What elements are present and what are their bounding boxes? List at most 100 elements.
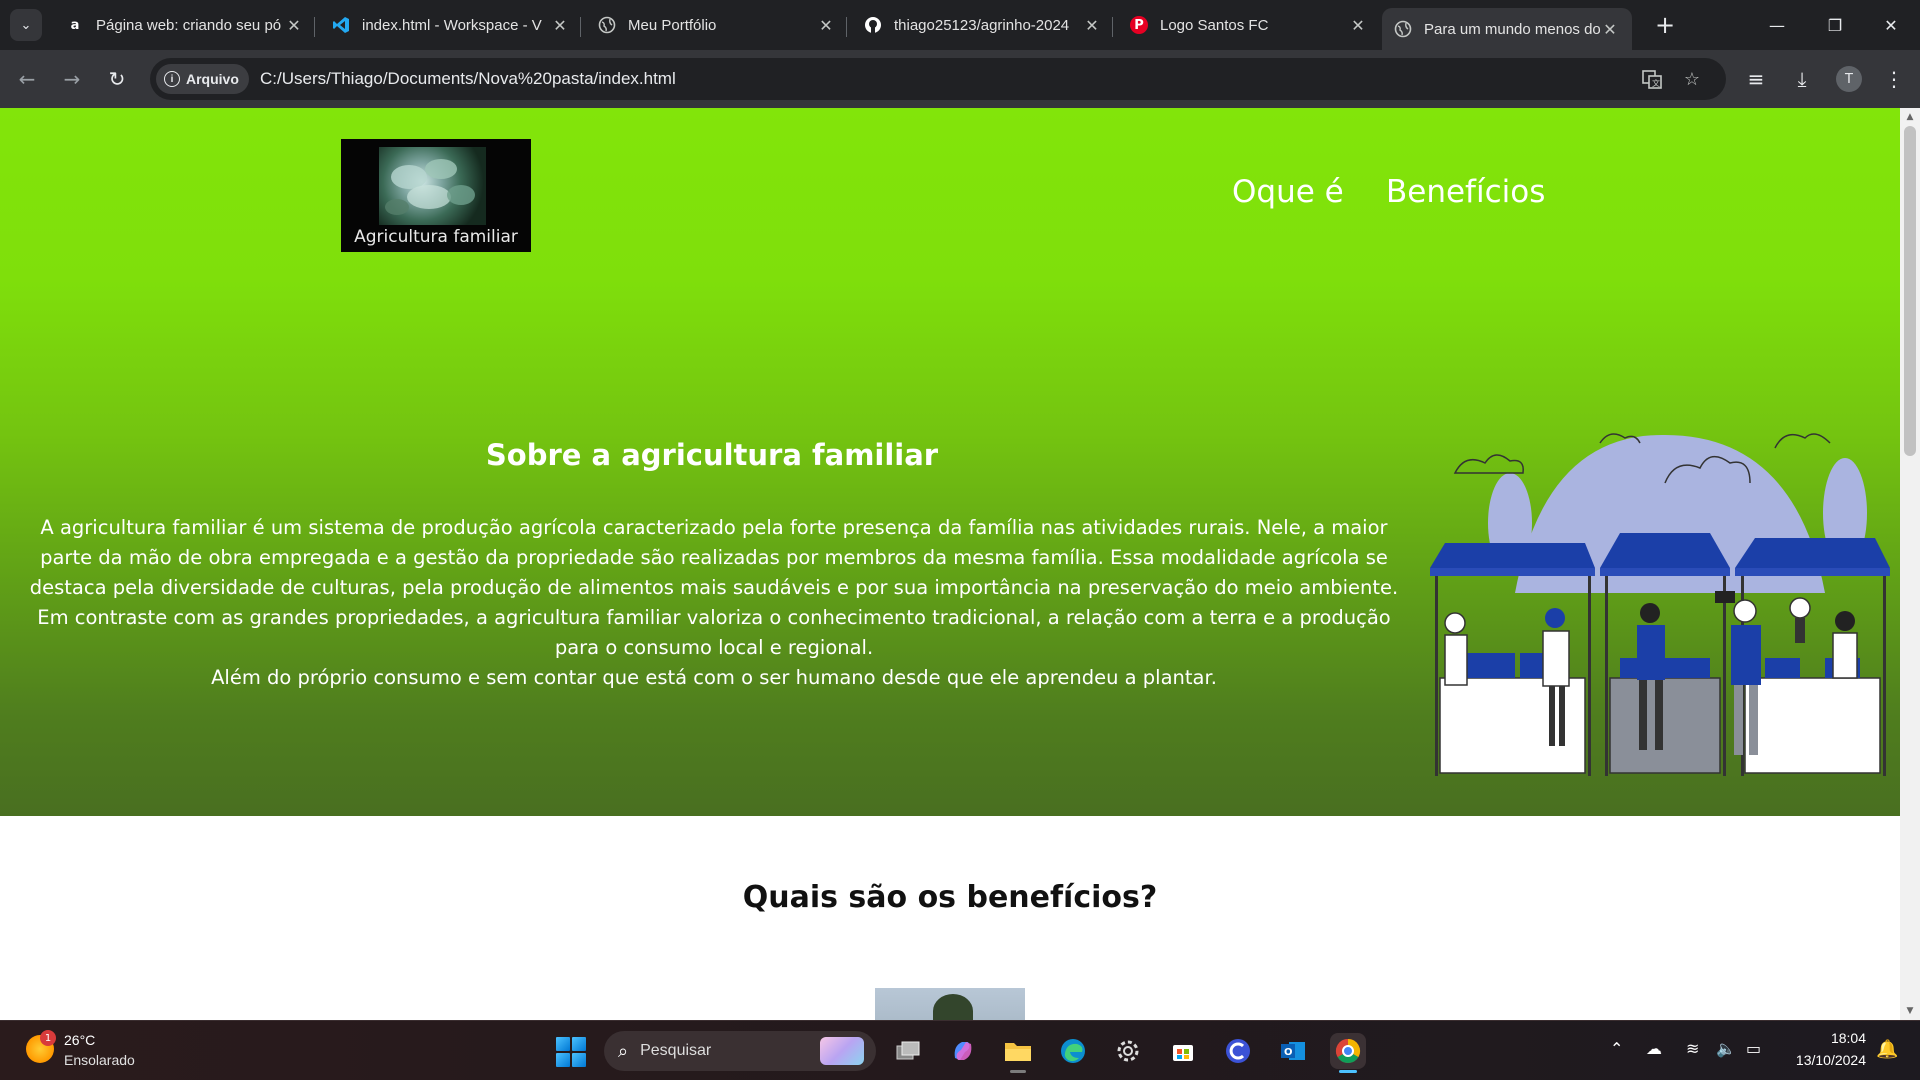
svg-text:文: 文 — [1652, 78, 1660, 88]
weather-temperature[interactable]: 26°C — [64, 1032, 95, 1048]
task-view-icon[interactable] — [890, 1033, 926, 1069]
taskbar-search[interactable]: ⌕ Pesquisar — [604, 1031, 876, 1071]
playlist-icon: ≡ — [1747, 67, 1765, 91]
tab-active-page[interactable]: Para um mundo menos do ✕ — [1382, 8, 1632, 50]
notification-bell-icon[interactable]: 🔔 — [1876, 1039, 1898, 1060]
nav-link-oque-e[interactable]: Oque é — [1232, 174, 1344, 210]
store-icon[interactable] — [1165, 1033, 1201, 1069]
url-text[interactable]: C:/Users/Thiago/Documents/Nova%20pasta/i… — [260, 69, 676, 89]
amazon-favicon-icon: a — [70, 17, 80, 33]
onedrive-offline-icon[interactable]: ☁ — [1646, 1039, 1662, 1058]
close-icon[interactable]: ✕ — [1600, 20, 1620, 39]
tab-meu-portfolio[interactable]: Meu Portfólio ✕ — [586, 8, 848, 42]
hero-section: Agricultura familiar Oque é Benefícios S… — [0, 108, 1900, 816]
hero-paragraph: A agricultura familiar é um sistema de p… — [2, 513, 1426, 693]
reload-button[interactable]: ↻ — [101, 63, 133, 95]
profile-avatar[interactable]: T — [1836, 66, 1862, 92]
clock-date[interactable]: 13/10/2024 — [1780, 1052, 1866, 1068]
forward-button[interactable]: → — [56, 63, 88, 95]
copilot-icon[interactable] — [945, 1033, 981, 1069]
hero-title: Sobre a agricultura familiar — [485, 438, 939, 472]
tab-github[interactable]: thiago25123/agrinho-2024 ✕ — [852, 8, 1114, 42]
media-controls-button[interactable]: ≡ — [1740, 63, 1772, 95]
restore-button[interactable]: ❐ — [1806, 0, 1864, 50]
search-highlight-image — [820, 1037, 864, 1065]
close-icon[interactable]: ✕ — [550, 16, 570, 35]
site-info-label: Arquivo — [186, 71, 239, 87]
close-icon[interactable]: ✕ — [284, 16, 304, 35]
windows-logo-tile — [556, 1037, 570, 1051]
logo-caption: Agricultura familiar — [354, 227, 518, 247]
search-label: Pesquisar — [640, 1042, 712, 1059]
downloads-button[interactable]: ⤓ — [1786, 63, 1818, 95]
arrow-left-icon: ← — [18, 67, 36, 91]
tree-shape — [933, 994, 973, 1020]
page-viewport: Agricultura familiar Oque é Benefícios S… — [0, 108, 1920, 1020]
new-tab-button[interactable]: + — [1650, 10, 1680, 40]
site-logo[interactable]: Agricultura familiar — [341, 139, 531, 252]
outlook-icon[interactable]: O — [1275, 1033, 1311, 1069]
battery-icon[interactable]: ▭ — [1746, 1039, 1761, 1058]
app-icon[interactable] — [1220, 1033, 1256, 1069]
volume-icon[interactable]: 🔈 — [1716, 1039, 1736, 1058]
tab-pinterest[interactable]: P Logo Santos FC ✕ — [1118, 8, 1380, 42]
paragraph-line: A agricultura familiar é um sistema de p… — [40, 516, 1388, 539]
close-icon[interactable]: ✕ — [816, 16, 836, 35]
paragraph-line: parte da mão de obra empregada e a gestã… — [40, 546, 1388, 569]
info-icon: i — [164, 71, 180, 87]
tab-separator — [580, 17, 581, 37]
translate-icon[interactable]: 文 — [1640, 67, 1664, 91]
reload-icon: ↻ — [108, 67, 126, 91]
github-icon — [864, 16, 882, 34]
tab-strip: ⌄ a Página web: criando seu pó ✕ index.h… — [0, 0, 1920, 50]
site-info-chip[interactable]: i Arquivo — [156, 64, 249, 94]
start-button[interactable] — [556, 1037, 586, 1067]
svg-text:O: O — [1284, 1047, 1293, 1058]
paragraph-line: para o consumo local e regional. — [554, 636, 874, 659]
windows-logo-tile — [572, 1053, 586, 1067]
tab-title: Logo Santos FC — [1160, 16, 1269, 34]
edge-icon[interactable] — [1055, 1033, 1091, 1069]
tab-title: Página web: criando seu pó — [96, 16, 282, 34]
tab-pagina-web[interactable]: a Página web: criando seu pó ✕ — [54, 8, 316, 42]
clock-time[interactable]: 18:04 — [1780, 1030, 1866, 1046]
globe-icon — [1394, 20, 1412, 38]
wifi-icon[interactable]: ≋ — [1686, 1039, 1699, 1058]
tab-separator — [846, 17, 847, 37]
close-window-button[interactable]: ✕ — [1862, 0, 1920, 50]
bookmark-star-icon[interactable]: ☆ — [1680, 67, 1704, 91]
download-icon: ⤓ — [1797, 67, 1807, 91]
tab-title: index.html - Workspace - V — [362, 16, 542, 34]
running-indicator — [1010, 1070, 1026, 1073]
paragraph-line: destaca pela diversidade de culturas, pe… — [29, 576, 1399, 599]
chrome-icon[interactable] — [1330, 1033, 1366, 1073]
search-icon: ⌕ — [618, 1040, 629, 1062]
tab-search-button[interactable]: ⌄ — [10, 9, 42, 41]
page-scrollbar[interactable]: ▲ ▼ — [1900, 108, 1920, 1020]
close-icon[interactable]: ✕ — [1348, 16, 1368, 35]
kebab-menu-icon: ⋮ — [1884, 67, 1904, 91]
menu-button[interactable]: ⋮ — [1878, 63, 1910, 95]
chevron-down-icon: ⌄ — [20, 17, 32, 33]
tab-vscode[interactable]: index.html - Workspace - V ✕ — [320, 8, 582, 42]
vscode-icon — [332, 16, 350, 34]
windows-logo-tile — [572, 1037, 586, 1051]
close-icon: ✕ — [1884, 15, 1898, 35]
paragraph-line: Em contraste com as grandes propriedades… — [37, 606, 1391, 629]
scroll-up-icon[interactable]: ▲ — [1905, 112, 1915, 122]
browser-toolbar: ← → ↻ i Arquivo C:/Users/Thiago/Document… — [0, 50, 1920, 108]
address-bar[interactable]: i Arquivo C:/Users/Thiago/Documents/Nova… — [150, 58, 1726, 100]
scroll-down-icon[interactable]: ▼ — [1905, 1006, 1915, 1016]
weather-condition[interactable]: Ensolarado — [64, 1052, 135, 1068]
minimize-button[interactable]: — — [1748, 0, 1806, 50]
close-icon[interactable]: ✕ — [1082, 16, 1102, 35]
benefit-image — [875, 988, 1025, 1020]
tab-separator — [1112, 17, 1113, 37]
scroll-thumb[interactable] — [1904, 126, 1916, 456]
back-button[interactable]: ← — [11, 63, 43, 95]
chevron-up-icon[interactable]: ⌃ — [1610, 1039, 1623, 1058]
file-explorer-icon[interactable] — [1000, 1033, 1036, 1073]
nav-link-beneficios[interactable]: Benefícios — [1386, 174, 1545, 210]
settings-icon[interactable] — [1110, 1033, 1146, 1069]
paragraph-line: Além do próprio consumo e sem contar que… — [211, 666, 1217, 689]
